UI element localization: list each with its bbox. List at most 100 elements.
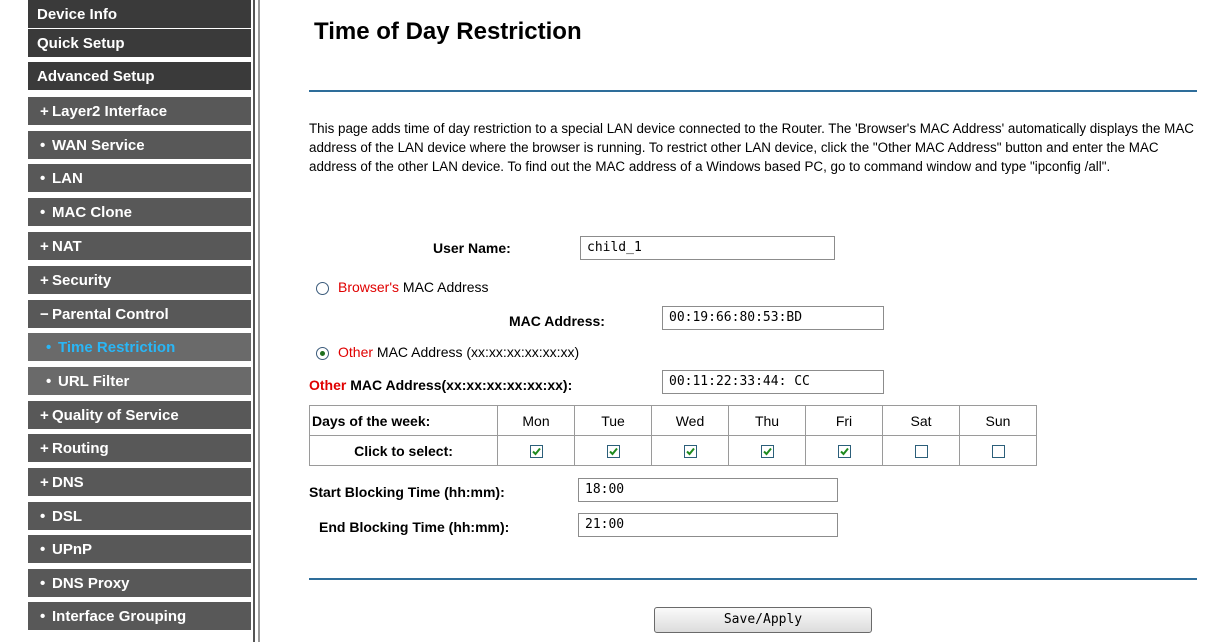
browser-mac-option-label: Browser's MAC Address bbox=[338, 279, 489, 295]
end-time-input[interactable]: 21:00 bbox=[578, 513, 838, 537]
sidebar-item-label: Advanced Setup bbox=[37, 68, 155, 85]
day-cell bbox=[728, 435, 806, 466]
bullet-icon: • bbox=[40, 137, 46, 154]
day-name: Thu bbox=[728, 405, 806, 436]
sidebar-item-routing[interactable]: + Routing bbox=[28, 434, 251, 464]
other-mac-option-label: Other MAC Address (xx:xx:xx:xx:xx:xx) bbox=[338, 344, 580, 360]
sidebar-item-label: Interface Grouping bbox=[52, 608, 187, 625]
bullet-icon: • bbox=[46, 373, 52, 390]
sidebar-item-time-restriction[interactable]: • Time Restriction bbox=[28, 333, 251, 363]
day-name: Mon bbox=[497, 405, 575, 436]
sidebar-divider bbox=[253, 0, 255, 642]
save-apply-button[interactable]: Save/Apply bbox=[654, 607, 872, 633]
sidebar-item-wan-service[interactable]: • WAN Service bbox=[28, 131, 251, 161]
sidebar-nav: Device Info Quick Setup Advanced Setup + Lay… bbox=[0, 0, 251, 642]
day-cell bbox=[497, 435, 575, 466]
sidebar-item-label: LAN bbox=[52, 170, 83, 187]
sidebar-item-url-filter[interactable]: • URL Filter bbox=[28, 367, 251, 397]
sidebar-item-label: Quick Setup bbox=[37, 35, 125, 52]
sidebar-item-label: WAN Service bbox=[52, 137, 145, 154]
sidebar-item-label: MAC Clone bbox=[52, 204, 132, 221]
page-description: This page adds time of day restriction t… bbox=[309, 121, 1194, 174]
sidebar-item-lan[interactable]: • LAN bbox=[28, 164, 251, 194]
sidebar-item-interface-grouping[interactable]: • Interface Grouping bbox=[28, 602, 251, 632]
sidebar-item-device-info[interactable]: Device Info bbox=[28, 0, 251, 30]
day-checkbox-sun[interactable] bbox=[991, 445, 1005, 459]
sidebar-item-mac-clone[interactable]: • MAC Clone bbox=[28, 198, 251, 228]
other-mac-input[interactable]: 00:11:22:33:44: CC bbox=[662, 370, 884, 394]
sidebar-item-dsl[interactable]: • DSL bbox=[28, 502, 251, 532]
bullet-icon: • bbox=[40, 541, 46, 558]
day-checkbox-thu[interactable] bbox=[760, 445, 774, 459]
other-mac-label: Other MAC Address(xx:xx:xx:xx:xx:xx): bbox=[309, 377, 573, 393]
sidebar-item-quick-setup[interactable]: Quick Setup bbox=[28, 29, 251, 59]
day-cell bbox=[805, 435, 883, 466]
expand-icon: + bbox=[40, 103, 49, 120]
day-cell bbox=[574, 435, 652, 466]
sidebar-item-dns-proxy[interactable]: • DNS Proxy bbox=[28, 569, 251, 599]
radio-selected-dot bbox=[320, 351, 325, 356]
day-checkbox-sat[interactable] bbox=[914, 445, 928, 459]
bullet-icon: • bbox=[40, 204, 46, 221]
user-name-input[interactable]: child_1 bbox=[580, 236, 835, 260]
day-name: Sat bbox=[882, 405, 960, 436]
expand-icon: + bbox=[40, 440, 49, 457]
sidebar-item-advanced-setup[interactable]: Advanced Setup bbox=[28, 62, 251, 92]
sidebar-item-label: Device Info bbox=[37, 6, 118, 23]
day-cell bbox=[959, 435, 1037, 466]
bullet-icon: • bbox=[46, 339, 52, 356]
start-time-label: Start Blocking Time (hh:mm): bbox=[309, 484, 505, 500]
bullet-icon: • bbox=[40, 608, 46, 625]
day-name: Sun bbox=[959, 405, 1037, 436]
sidebar-item-security[interactable]: + Security bbox=[28, 266, 251, 296]
day-name: Fri bbox=[805, 405, 883, 436]
mac-address-label: MAC Address: bbox=[509, 313, 605, 329]
sidebar-item-label: UPnP bbox=[52, 541, 93, 558]
sidebar-item-layer2-interface[interactable]: + Layer2 Interface bbox=[28, 97, 251, 127]
form-divider bbox=[309, 578, 1197, 580]
sidebar-item-label: DSL bbox=[52, 508, 82, 525]
sidebar-item-label: Parental Control bbox=[52, 306, 169, 323]
start-time-input[interactable]: 18:00 bbox=[578, 478, 838, 502]
days-of-week-label: Days of the week: bbox=[309, 405, 498, 436]
day-name: Wed bbox=[651, 405, 729, 436]
days-header-row: Days of the week: Mon Tue Wed Thu Fri Sa… bbox=[309, 405, 1037, 436]
expand-icon: + bbox=[40, 272, 49, 289]
day-checkbox-fri[interactable] bbox=[837, 445, 851, 459]
sidebar-item-label: DNS bbox=[52, 474, 84, 491]
days-checkbox-row: Click to select: bbox=[309, 435, 1037, 466]
day-checkbox-tue[interactable] bbox=[606, 445, 620, 459]
title-divider bbox=[309, 90, 1197, 92]
sidebar-item-label: Time Restriction bbox=[58, 339, 176, 356]
sidebar-item-label: Quality of Service bbox=[52, 407, 179, 424]
collapse-icon: − bbox=[40, 306, 49, 323]
page-title: Time of Day Restriction bbox=[314, 18, 582, 45]
expand-icon: + bbox=[40, 474, 49, 491]
sidebar-item-parental-control[interactable]: − Parental Control bbox=[28, 300, 251, 330]
day-checkbox-wed[interactable] bbox=[683, 445, 697, 459]
user-name-label: User Name: bbox=[433, 240, 511, 256]
mac-address-field: 00:19:66:80:53:BD bbox=[662, 306, 884, 330]
day-cell bbox=[882, 435, 960, 466]
day-checkbox-mon[interactable] bbox=[529, 445, 543, 459]
sidebar-item-label: Security bbox=[52, 272, 112, 289]
other-mac-radio[interactable] bbox=[316, 347, 329, 360]
sidebar-item-quality-of-service[interactable]: + Quality of Service bbox=[28, 401, 251, 431]
sidebar-item-label: Routing bbox=[52, 440, 109, 457]
end-time-label: End Blocking Time (hh:mm): bbox=[319, 519, 510, 535]
day-name: Tue bbox=[574, 405, 652, 436]
sidebar-item-nat[interactable]: + NAT bbox=[28, 232, 251, 262]
bullet-icon: • bbox=[40, 508, 46, 525]
day-cell bbox=[651, 435, 729, 466]
browser-mac-radio[interactable] bbox=[316, 282, 329, 295]
sidebar-divider-light bbox=[258, 0, 260, 642]
sidebar-item-label: DNS Proxy bbox=[52, 575, 130, 592]
sidebar-item-upnp[interactable]: • UPnP bbox=[28, 535, 251, 565]
sidebar-item-label: URL Filter bbox=[58, 373, 130, 390]
click-to-select-label: Click to select: bbox=[309, 435, 498, 466]
sidebar-item-label: NAT bbox=[52, 238, 82, 255]
expand-icon: + bbox=[40, 407, 49, 424]
sidebar-item-dns[interactable]: + DNS bbox=[28, 468, 251, 498]
days-table: Days of the week: Mon Tue Wed Thu Fri Sa… bbox=[309, 405, 1037, 466]
sidebar-item-label: Layer2 Interface bbox=[52, 103, 168, 120]
